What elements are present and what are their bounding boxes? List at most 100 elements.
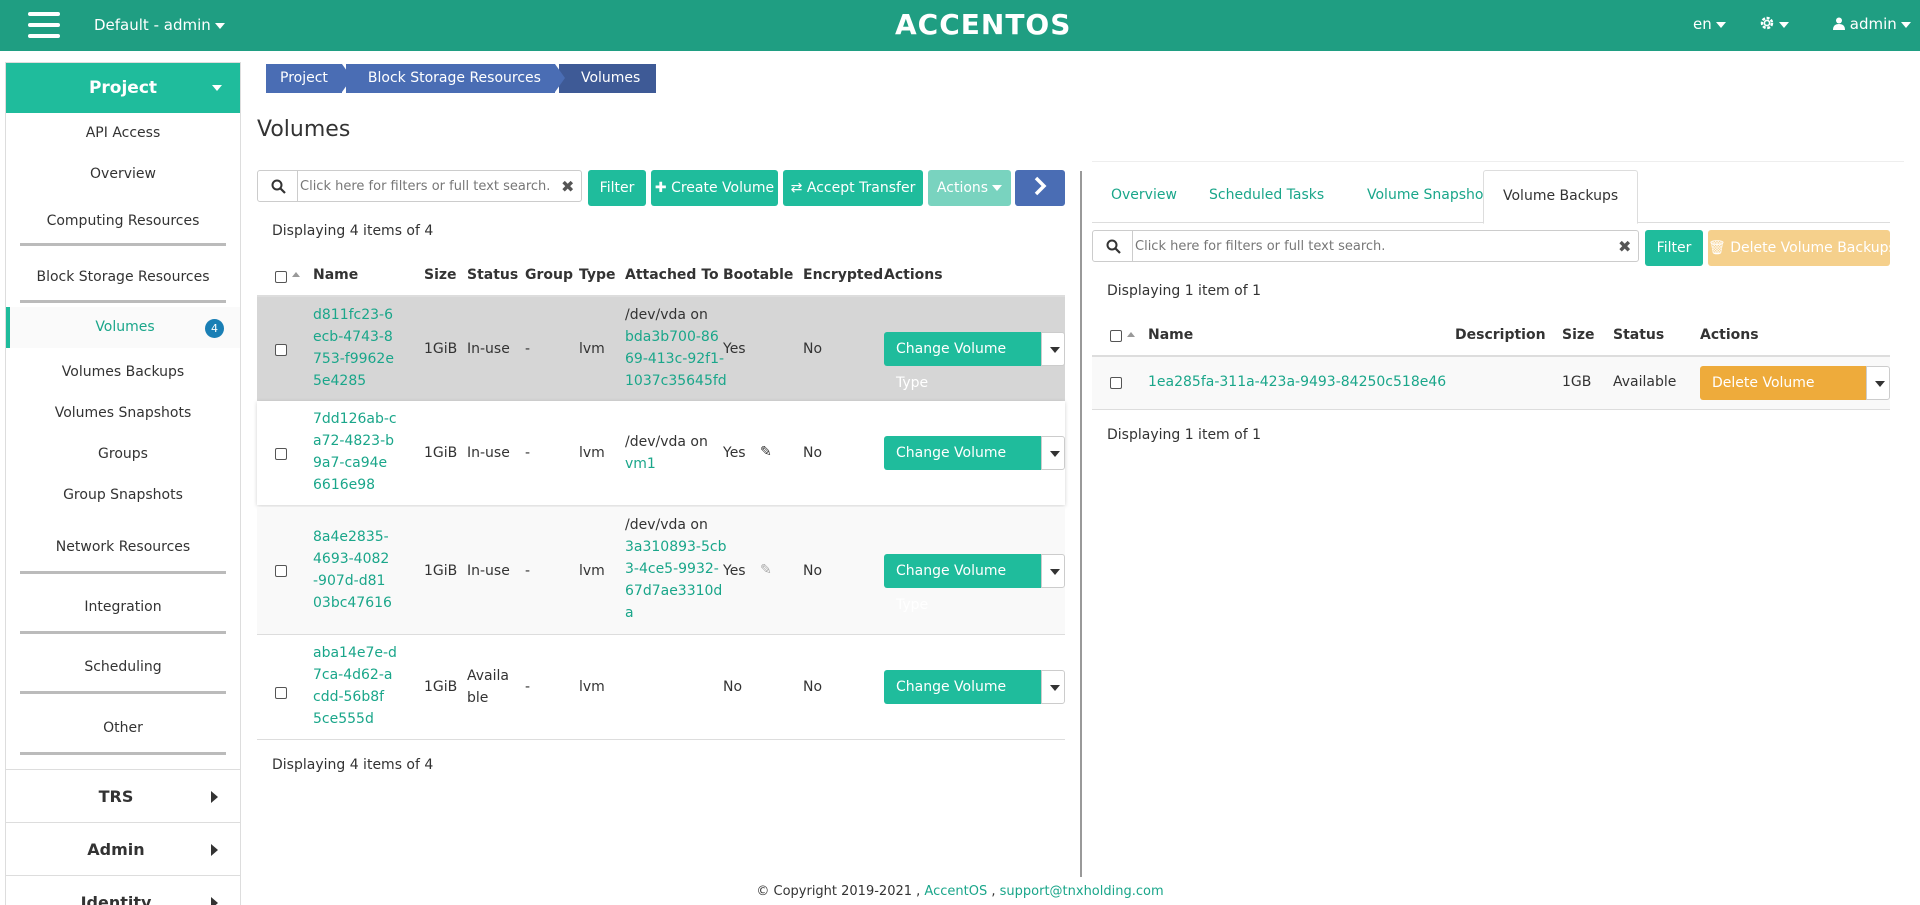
select-all-backups-checkbox[interactable] bbox=[1110, 330, 1122, 342]
tab-scheduled-tasks[interactable]: Scheduled Tasks bbox=[1190, 170, 1343, 223]
col-encrypted[interactable]: Encrypted bbox=[803, 267, 883, 283]
col-attached-to[interactable]: Attached To bbox=[625, 267, 719, 283]
col-group[interactable]: Group bbox=[525, 267, 573, 283]
backup-row-actions: Delete Volume Backup bbox=[1700, 366, 1890, 425]
row-checkbox[interactable] bbox=[275, 565, 287, 577]
search-icon bbox=[1093, 231, 1133, 261]
sidebar-group-computing[interactable]: Computing Resources bbox=[6, 195, 240, 246]
tab-overview[interactable]: Overview bbox=[1092, 170, 1196, 223]
tab-volume-backups[interactable]: Volume Backups bbox=[1483, 170, 1639, 224]
sidebar-item-groups[interactable]: Groups bbox=[6, 434, 240, 475]
row-actions-dropdown[interactable] bbox=[1041, 554, 1065, 588]
sidebar-group-scheduling[interactable]: Scheduling bbox=[6, 634, 240, 694]
expand-panel-button[interactable] bbox=[1015, 170, 1065, 206]
breadcrumb-block-storage[interactable]: Block Storage Resources bbox=[345, 64, 566, 93]
actions-dropdown[interactable]: Actions bbox=[928, 170, 1011, 206]
col-description[interactable]: Description bbox=[1455, 327, 1546, 343]
backups-search-input[interactable] bbox=[1135, 234, 1605, 258]
row-checkbox[interactable] bbox=[275, 344, 287, 356]
change-volume-type-button[interactable]: Change Volume Type bbox=[884, 332, 1042, 391]
row-actions-dropdown[interactable] bbox=[1041, 332, 1065, 366]
row-checkbox[interactable] bbox=[1110, 377, 1122, 389]
sidebar-item-volumes-backups[interactable]: Volumes Backups bbox=[6, 352, 240, 393]
col-backup-name[interactable]: Name bbox=[1148, 327, 1193, 343]
change-volume-type-button[interactable]: Change Volume Type bbox=[884, 670, 1042, 729]
delete-volume-backups-button[interactable]: 🗑 Delete Volume Backups bbox=[1708, 230, 1896, 266]
breadcrumb-volumes[interactable]: Volumes bbox=[558, 64, 657, 93]
project-selector-label: Default - admin bbox=[94, 16, 211, 34]
volume-name-link[interactable]: d811fc23-6 ecb-4743-8 753-f9962e 5e4285 bbox=[313, 304, 394, 392]
volume-name-line: 5ce555d bbox=[313, 711, 374, 727]
edit-icon[interactable]: ✎ bbox=[760, 562, 772, 578]
status-line: ble bbox=[467, 690, 489, 706]
sidebar-section-trs[interactable]: TRS bbox=[6, 769, 240, 822]
sidebar-item-group-snapshots[interactable]: Group Snapshots bbox=[6, 475, 240, 516]
volume-name-line: 4693-4082 bbox=[313, 551, 390, 567]
sidebar-group-block-storage[interactable]: Block Storage Resources bbox=[6, 246, 240, 303]
create-volume-button[interactable]: ✚ Create Volume bbox=[651, 170, 778, 206]
row-actions-dropdown[interactable] bbox=[1041, 670, 1065, 704]
sidebar-item-overview[interactable]: Overview bbox=[6, 154, 240, 195]
volume-encrypted: No bbox=[803, 563, 823, 579]
chevron-down-icon bbox=[1875, 381, 1886, 387]
menu-icon[interactable] bbox=[28, 12, 60, 38]
attached-instance-link[interactable]: bda3b700-86 69-413c-92f1- 1037c35645fd bbox=[625, 326, 727, 392]
table-row: 7dd126ab-c a72-4823-b 9a7-ca94e 6616e98 1Gi… bbox=[257, 401, 1065, 505]
attached-link-line: 3a310893-5cb bbox=[625, 539, 727, 555]
edit-icon[interactable]: ✎ bbox=[760, 444, 772, 460]
col-status[interactable]: Status bbox=[467, 267, 518, 283]
col-size[interactable]: Size bbox=[424, 267, 457, 283]
volume-name-link[interactable]: 7dd126ab-c a72-4823-b 9a7-ca94e 6616e98 bbox=[313, 408, 397, 496]
delete-volume-backup-button[interactable]: Delete Volume Backup bbox=[1700, 366, 1867, 425]
plus-icon: ✚ bbox=[654, 180, 667, 196]
sort-icon[interactable] bbox=[1127, 332, 1135, 337]
sidebar-group-other[interactable]: Other bbox=[6, 694, 240, 755]
support-email-link[interactable]: support@tnxholding.com bbox=[1000, 884, 1164, 899]
sidebar-item-volumes[interactable]: Volumes 4 bbox=[6, 307, 240, 348]
gear-icon bbox=[1760, 16, 1774, 30]
sidebar-item-api-access[interactable]: API Access bbox=[6, 113, 240, 154]
settings-menu[interactable] bbox=[1759, 15, 1789, 33]
col-backup-size[interactable]: Size bbox=[1562, 327, 1595, 343]
divider bbox=[1092, 161, 1904, 162]
accept-transfer-button[interactable]: ⇄ Accept Transfer bbox=[783, 170, 923, 206]
select-all-checkbox[interactable] bbox=[275, 271, 287, 283]
chevron-down-icon bbox=[1050, 685, 1061, 691]
col-bootable[interactable]: Bootable bbox=[723, 267, 793, 283]
backups-filter-button[interactable]: Filter bbox=[1645, 230, 1703, 266]
col-name[interactable]: Name bbox=[313, 267, 358, 283]
attached-device: /dev/vda on bbox=[625, 434, 708, 450]
volume-name-link[interactable]: 8a4e2835- 4693-4082 -907d-d81 03bc47616 bbox=[313, 526, 392, 614]
row-checkbox[interactable] bbox=[275, 448, 287, 460]
col-type[interactable]: Type bbox=[579, 267, 616, 283]
brand-link[interactable]: AccentOS bbox=[924, 884, 987, 899]
attached-instance-link[interactable]: 3a310893-5cb 3-4ce5-9932- 67d7ae3310d a bbox=[625, 536, 726, 624]
volume-name-link[interactable]: aba14e7e-d 7ca-4d62-a cdd-56b8f 5ce555d bbox=[313, 642, 397, 730]
backup-name-link[interactable]: 1ea285fa-311a-423a-9493-84250c518e46 bbox=[1148, 371, 1446, 393]
sidebar-item-volumes-snapshots[interactable]: Volumes Snapshots bbox=[6, 393, 240, 434]
sidebar-group-network[interactable]: Network Resources bbox=[6, 516, 240, 574]
sort-icon[interactable] bbox=[292, 272, 300, 277]
user-menu[interactable]: admin bbox=[1833, 15, 1911, 33]
clear-search-icon[interactable]: ✖ bbox=[1618, 237, 1631, 256]
clear-search-icon[interactable]: ✖ bbox=[561, 177, 574, 196]
col-backup-status[interactable]: Status bbox=[1613, 327, 1664, 343]
sidebar-group-integration[interactable]: Integration bbox=[6, 574, 240, 634]
row-actions: Change Volume Type bbox=[884, 554, 1065, 613]
language-selector[interactable]: en bbox=[1693, 15, 1726, 33]
page-title: Volumes bbox=[257, 117, 351, 142]
volumes-search: ✖ bbox=[257, 170, 582, 202]
breadcrumb-project[interactable]: Project bbox=[266, 64, 352, 93]
table-row: d811fc23-6 ecb-4743-8 753-f9962e 5e4285 1Gi… bbox=[257, 297, 1065, 401]
row-actions-dropdown[interactable] bbox=[1041, 436, 1065, 470]
filter-button[interactable]: Filter bbox=[588, 170, 646, 206]
volumes-search-input[interactable] bbox=[300, 174, 550, 198]
change-volume-type-button[interactable]: Change Volume Type bbox=[884, 554, 1042, 613]
attached-instance-link[interactable]: vm1 bbox=[625, 453, 708, 475]
backup-actions-dropdown[interactable] bbox=[1866, 366, 1890, 400]
change-volume-type-button[interactable]: Change Volume Type bbox=[884, 436, 1042, 495]
project-selector[interactable]: Default - admin bbox=[94, 16, 225, 34]
row-checkbox[interactable] bbox=[275, 687, 287, 699]
sidebar-project[interactable]: Project bbox=[6, 63, 240, 113]
sidebar-section-admin[interactable]: Admin bbox=[6, 822, 240, 875]
